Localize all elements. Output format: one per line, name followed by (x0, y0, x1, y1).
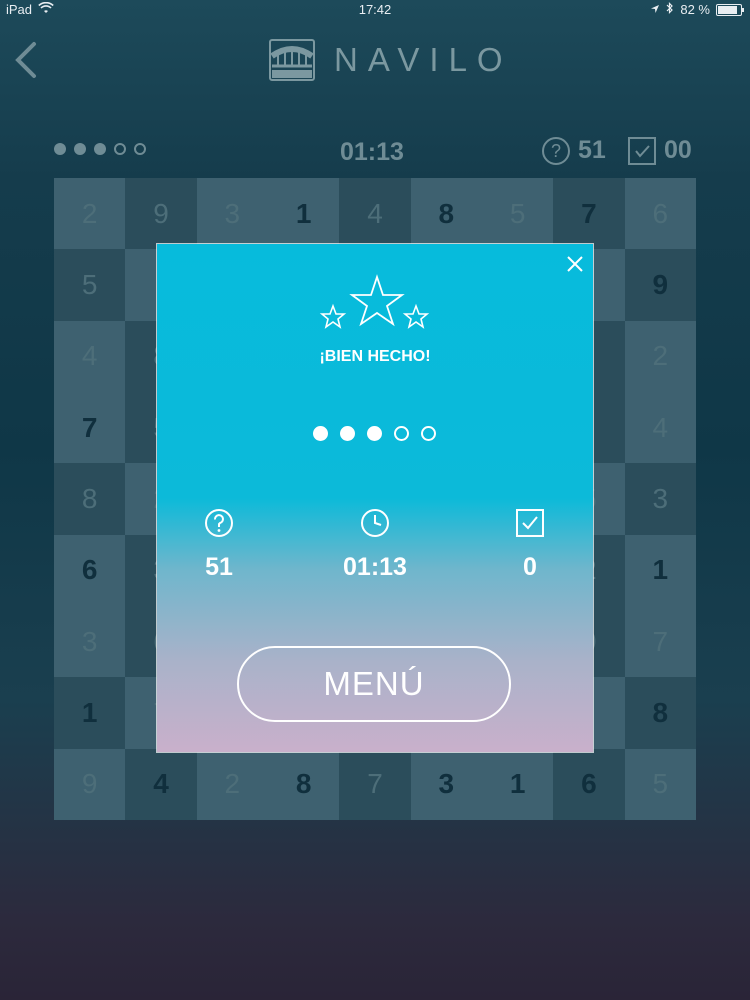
stat-time-value: 01:13 (343, 553, 407, 581)
grid-cell[interactable]: 8 (624, 677, 696, 749)
dot-empty (134, 143, 146, 155)
dot-filled (340, 426, 355, 441)
stars-icon (319, 274, 430, 329)
grid-cell[interactable]: 9 (54, 748, 126, 820)
navilo-bridge-logo-icon (269, 39, 315, 81)
dot-filled (313, 426, 328, 441)
completion-dialog: ¡BIEN HECHO! 51 01:13 0 MENÚ (157, 244, 593, 752)
hints-count: 51 (578, 136, 606, 164)
difficulty-dots (54, 143, 146, 155)
grid-cell[interactable]: 2 (196, 748, 268, 820)
app-name: NAVILO (334, 41, 513, 78)
grid-cell[interactable]: 5 (481, 178, 554, 250)
checkbox-icon (628, 136, 656, 165)
checks-count: 00 (664, 136, 692, 164)
question-icon (205, 509, 233, 537)
grid-cell[interactable]: 6 (54, 534, 126, 606)
back-button[interactable] (12, 40, 42, 80)
grid-cell[interactable]: 1 (481, 748, 554, 820)
stat-checks-value: 0 (523, 553, 537, 581)
checkbox-icon (516, 509, 544, 537)
grid-cell[interactable]: 8 (410, 178, 482, 250)
grid-cell[interactable]: 3 (196, 178, 268, 250)
grid-cell[interactable]: 1 (624, 534, 696, 606)
dot-empty (421, 426, 436, 441)
dialog-title: ¡BIEN HECHO! (319, 348, 431, 365)
stat-hints-value: 51 (205, 553, 233, 581)
bluetooth-icon (666, 2, 674, 17)
grid-cell[interactable]: 7 (624, 605, 696, 678)
result-dots (313, 426, 436, 441)
dot-filled (94, 143, 106, 155)
grid-cell[interactable]: 9 (125, 178, 197, 250)
grid-cell[interactable]: 1 (54, 677, 126, 749)
grid-cell[interactable]: 4 (624, 391, 696, 464)
stat-hints: 51 (179, 508, 259, 582)
grid-cell[interactable]: 3 (624, 463, 696, 535)
grid-cell[interactable]: 4 (54, 320, 126, 392)
stat-time: 01:13 (335, 508, 415, 582)
grid-cell[interactable]: 6 (624, 178, 696, 250)
battery-icon (716, 3, 744, 16)
grid-cell[interactable]: 3 (410, 748, 482, 820)
location-icon (650, 2, 660, 17)
dot-filled (54, 143, 66, 155)
clock: 17:42 (358, 2, 392, 17)
dot-empty (394, 426, 409, 441)
grid-cell[interactable]: 7 (553, 178, 625, 250)
hints-counter[interactable]: ? 51 (542, 136, 606, 165)
game-timer: 01:13 (340, 138, 404, 166)
close-button[interactable] (565, 254, 585, 274)
dot-filled (74, 143, 86, 155)
checks-counter[interactable]: 00 (628, 136, 692, 165)
grid-cell[interactable]: 5 (54, 249, 126, 321)
app-logo: NAVILO (268, 38, 513, 82)
grid-cell[interactable]: 2 (624, 320, 696, 392)
battery-percent: 82 % (680, 2, 710, 17)
grid-cell[interactable]: 1 (267, 178, 340, 250)
chevron-left-icon (15, 42, 36, 78)
question-icon: ? (542, 136, 570, 165)
grid-cell[interactable]: 2 (54, 178, 126, 250)
grid-cell[interactable]: 3 (54, 605, 126, 678)
grid-cell[interactable]: 7 (54, 391, 126, 464)
status-bar: iPad 17:42 82 % (0, 0, 750, 20)
grid-cell[interactable]: 7 (339, 748, 411, 820)
menu-button[interactable]: MENÚ (237, 646, 511, 722)
grid-cell[interactable]: 4 (339, 178, 411, 250)
grid-cell[interactable]: 8 (54, 463, 126, 535)
grid-cell[interactable]: 8 (267, 748, 340, 820)
dot-filled (367, 426, 382, 441)
clock-icon (361, 509, 389, 537)
stat-checks: 0 (490, 508, 570, 582)
close-icon (567, 256, 583, 272)
grid-cell[interactable]: 6 (553, 748, 625, 820)
grid-cell[interactable]: 5 (624, 748, 696, 820)
dot-empty (114, 143, 126, 155)
grid-cell[interactable]: 9 (624, 249, 696, 321)
grid-cell[interactable]: 4 (125, 748, 197, 820)
